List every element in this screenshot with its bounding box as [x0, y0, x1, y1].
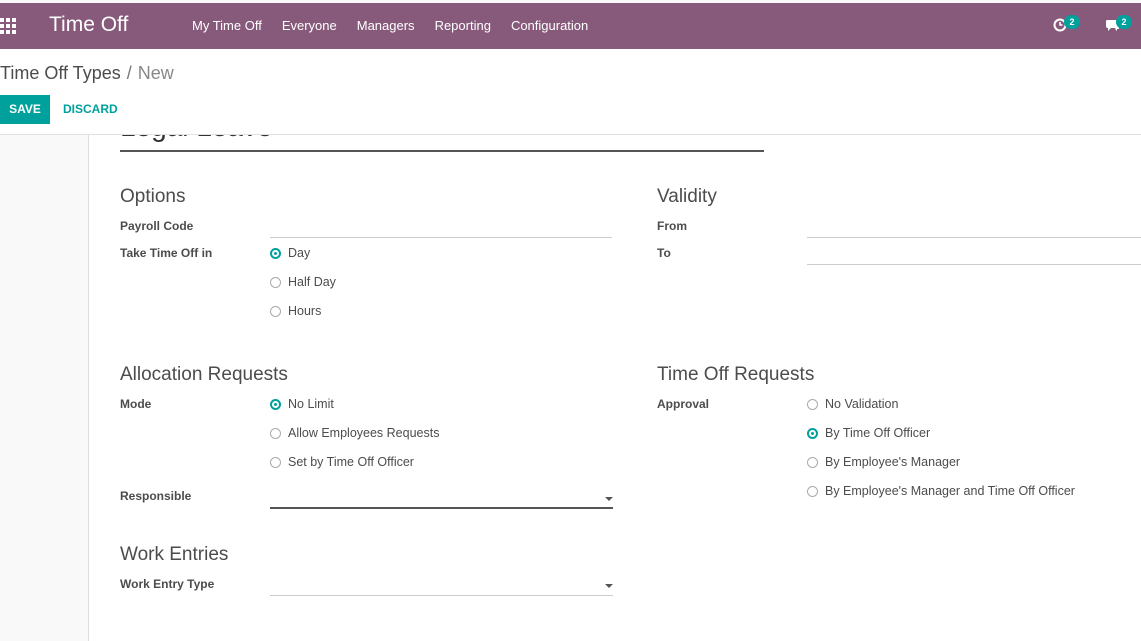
radio-label: No Validation	[825, 397, 899, 411]
radio-label: Set by Time Off Officer	[288, 455, 414, 469]
radio-checked-icon	[270, 398, 281, 410]
form-sheet: Legal Leave Options Payroll Code Take Ti…	[88, 135, 1141, 641]
messages-badge: 2	[1116, 15, 1132, 29]
name-field[interactable]: Legal Leave	[120, 135, 764, 152]
apps-menu-icon[interactable]	[0, 18, 16, 34]
menu-item-everyone[interactable]: Everyone	[282, 18, 337, 33]
radio-unchecked-icon	[270, 427, 281, 439]
time-off-requests-group-title: Time Off Requests	[657, 364, 815, 385]
radio-label: By Employee's Manager	[825, 455, 961, 469]
radio-label: By Time Off Officer	[825, 426, 931, 440]
name-value: Legal Leave	[120, 135, 273, 143]
validity-to-label: To	[657, 246, 671, 260]
radio-unchecked-icon	[807, 485, 818, 497]
work-entries-group-title: Work Entries	[120, 544, 229, 565]
menu-item-managers[interactable]: Managers	[357, 18, 415, 33]
radio-label: No Limit	[288, 397, 334, 411]
radio-half-day[interactable]: Half Day	[270, 275, 336, 289]
messaging-menu[interactable]: 2	[1105, 15, 1141, 37]
caret-down-icon	[605, 584, 613, 588]
radio-unchecked-icon	[270, 305, 281, 317]
validity-from-input[interactable]	[807, 237, 1141, 238]
radio-label: By Employee's Manager and Time Off Offic…	[825, 484, 1075, 498]
radio-label: Day	[288, 246, 311, 260]
breadcrumb: Time Off Types / New	[0, 63, 174, 84]
take-time-off-label: Take Time Off in	[120, 246, 213, 260]
radio-allow-employees-requests[interactable]: Allow Employees Requests	[270, 426, 439, 440]
menu-item-my-time-off[interactable]: My Time Off	[192, 18, 262, 33]
radio-unchecked-icon	[807, 398, 818, 410]
main-menu: My Time Off Everyone Managers Reporting …	[192, 18, 588, 33]
radio-unchecked-icon	[270, 276, 281, 288]
work-entry-type-label: Work Entry Type	[120, 577, 215, 591]
validity-to-input[interactable]	[807, 264, 1141, 265]
breadcrumb-parent[interactable]: Time Off Types	[0, 63, 121, 83]
radio-unchecked-icon	[270, 456, 281, 468]
radio-by-employees-manager[interactable]: By Employee's Manager	[807, 455, 960, 469]
radio-by-manager-and-officer[interactable]: By Employee's Manager and Time Off Offic…	[807, 484, 1075, 498]
breadcrumb-separator: /	[126, 63, 132, 83]
mode-label: Mode	[120, 397, 152, 411]
form-view: Legal Leave Options Payroll Code Take Ti…	[0, 135, 1141, 641]
app-title[interactable]: Time Off	[49, 13, 128, 37]
radio-label: Half Day	[288, 275, 336, 289]
validity-from-label: From	[657, 219, 687, 233]
activity-menu[interactable]: 2	[1053, 15, 1089, 37]
approval-label: Approval	[657, 397, 710, 411]
breadcrumb-current: New	[137, 63, 174, 83]
radio-label: Hours	[288, 304, 322, 318]
radio-day[interactable]: Day	[270, 246, 310, 260]
responsible-label: Responsible	[120, 489, 192, 503]
radio-label: Allow Employees Requests	[288, 426, 440, 440]
radio-set-by-officer[interactable]: Set by Time Off Officer	[270, 455, 414, 469]
menu-item-configuration[interactable]: Configuration	[511, 18, 588, 33]
radio-checked-icon	[270, 247, 281, 259]
activity-badge: 2	[1064, 15, 1080, 29]
radio-checked-icon	[807, 427, 818, 439]
menu-item-reporting[interactable]: Reporting	[435, 18, 491, 33]
discard-button[interactable]: DISCARD	[63, 102, 118, 116]
systray: 2 2	[1053, 15, 1141, 37]
responsible-select[interactable]	[270, 489, 613, 509]
control-panel: Time Off Types / New SAVE DISCARD	[0, 49, 1141, 135]
payroll-code-label: Payroll Code	[120, 219, 194, 233]
save-button[interactable]: SAVE	[0, 95, 50, 124]
top-navbar: Time Off My Time Off Everyone Managers R…	[0, 3, 1141, 49]
radio-no-validation[interactable]: No Validation	[807, 397, 898, 411]
radio-hours[interactable]: Hours	[270, 304, 321, 318]
caret-down-icon	[605, 497, 613, 501]
radio-unchecked-icon	[807, 456, 818, 468]
options-group-title: Options	[120, 186, 186, 207]
payroll-code-input[interactable]	[270, 237, 612, 238]
work-entry-type-select[interactable]	[270, 576, 613, 596]
radio-by-time-off-officer[interactable]: By Time Off Officer	[807, 426, 930, 440]
allocation-group-title: Allocation Requests	[120, 364, 288, 385]
validity-group-title: Validity	[657, 186, 717, 207]
radio-no-limit[interactable]: No Limit	[270, 397, 334, 411]
